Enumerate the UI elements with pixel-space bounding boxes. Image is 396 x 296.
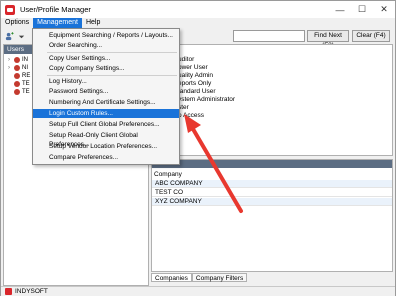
user-icon xyxy=(14,80,20,87)
menu-options[interactable]: Options xyxy=(1,18,33,28)
company-row[interactable]: TEST CO xyxy=(152,189,392,197)
tree-item-user[interactable]: RE xyxy=(8,72,30,79)
tree-item-user[interactable]: TE xyxy=(8,80,30,87)
user-icon xyxy=(14,56,20,63)
menu-item-compare-preferences[interactable]: Compare Preferences... xyxy=(33,153,179,162)
tree-item-label: IN xyxy=(22,56,28,63)
menu-item-copy-company-settings[interactable]: Copy Company Settings... xyxy=(33,64,179,73)
status-text: INDYSOFT xyxy=(15,288,48,295)
minimize-button[interactable]: — xyxy=(329,1,351,18)
menu-separator xyxy=(47,75,177,76)
management-menu: Equipment Searching / Reports / Layouts.… xyxy=(32,28,180,165)
company-tabs: Companies Company Filters xyxy=(151,273,248,282)
menu-item-setup-vendor-location-prefs[interactable]: Setup Vendor Location Preferences... xyxy=(33,142,179,151)
title-bar: User/Profile Manager — ☐ ✕ xyxy=(1,1,395,18)
search-input[interactable] xyxy=(233,30,305,42)
tree-item-user[interactable]: TE xyxy=(8,88,30,95)
company-row[interactable]: ABC COMPANY xyxy=(152,180,392,188)
dropdown-arrow-icon[interactable] xyxy=(17,32,26,41)
menu-item-numbering-certificate-settings[interactable]: Numbering And Certificate Settings... xyxy=(33,98,179,107)
menu-item-copy-user-settings[interactable]: Copy User Settings... xyxy=(33,54,179,63)
menu-help[interactable]: Help xyxy=(82,18,104,28)
user-icon xyxy=(14,88,20,95)
company-panel-header xyxy=(152,160,392,168)
role-item[interactable]: ystem Administrator xyxy=(178,96,235,103)
menu-item-equipment-searching[interactable]: Equipment Searching / Reports / Layouts.… xyxy=(33,31,179,40)
user-icon xyxy=(14,64,20,71)
find-next-button[interactable]: Find Next (F3) xyxy=(307,30,349,49)
role-item[interactable]: tandard User xyxy=(178,88,216,95)
tab-company-filters[interactable]: Company Filters xyxy=(191,273,248,282)
menu-item-log-history[interactable]: Log History... xyxy=(33,77,179,86)
roles-panel: uditor ower User uality Admin eports Onl… xyxy=(151,44,393,156)
menu-item-setup-readonly-client-prefs[interactable]: Setup Read-Only Client Global Preference… xyxy=(33,131,179,148)
role-item[interactable]: uality Admin xyxy=(178,72,213,79)
tree-item-user[interactable]: › NI xyxy=(8,64,28,71)
tree-item-label: NI xyxy=(22,64,28,71)
tree-item-label: TE xyxy=(22,80,30,87)
add-user-icon[interactable] xyxy=(5,32,14,41)
clear-button[interactable]: Clear (F4) xyxy=(352,30,390,42)
role-item[interactable]: ower User xyxy=(178,64,208,71)
tree-item-label: RE xyxy=(22,72,31,79)
menu-item-login-custom-rules[interactable]: Login Custom Rules... xyxy=(33,109,179,118)
users-header: Users xyxy=(4,45,34,54)
tab-companies[interactable]: Companies xyxy=(151,273,192,282)
status-bar: INDYSOFT xyxy=(1,286,395,296)
window-title: User/Profile Manager xyxy=(20,5,91,14)
window-controls: — ☐ ✕ xyxy=(329,1,395,18)
company-column-header[interactable]: Company xyxy=(154,171,182,178)
role-item[interactable]: uditor xyxy=(178,56,194,63)
app-icon xyxy=(5,4,15,15)
menu-item-setup-full-client-prefs[interactable]: Setup Full Client Global Preferences... xyxy=(33,120,179,129)
menu-item-order-searching[interactable]: Order Searching... xyxy=(33,41,179,50)
company-row[interactable]: XYZ COMPANY xyxy=(152,198,392,206)
close-button[interactable]: ✕ xyxy=(373,1,395,18)
indysoft-logo-icon xyxy=(5,288,12,295)
user-icon xyxy=(14,72,20,79)
menu-separator xyxy=(47,52,177,53)
role-item[interactable]: eports Only xyxy=(178,80,211,87)
role-item[interactable]: o Access xyxy=(178,112,204,119)
company-panel: Company ABC COMPANY TEST CO XYZ COMPANY xyxy=(151,159,393,272)
tree-item-label: TE xyxy=(22,88,30,95)
menu-management[interactable]: Management xyxy=(33,18,82,28)
maximize-button[interactable]: ☐ xyxy=(351,1,373,18)
tree-item-user[interactable]: › IN xyxy=(8,56,28,63)
menu-bar: Options Management Help xyxy=(1,18,395,28)
user-profile-manager-window: User/Profile Manager — ☐ ✕ Options Manag… xyxy=(0,0,396,296)
menu-item-password-settings[interactable]: Password Settings... xyxy=(33,87,179,96)
